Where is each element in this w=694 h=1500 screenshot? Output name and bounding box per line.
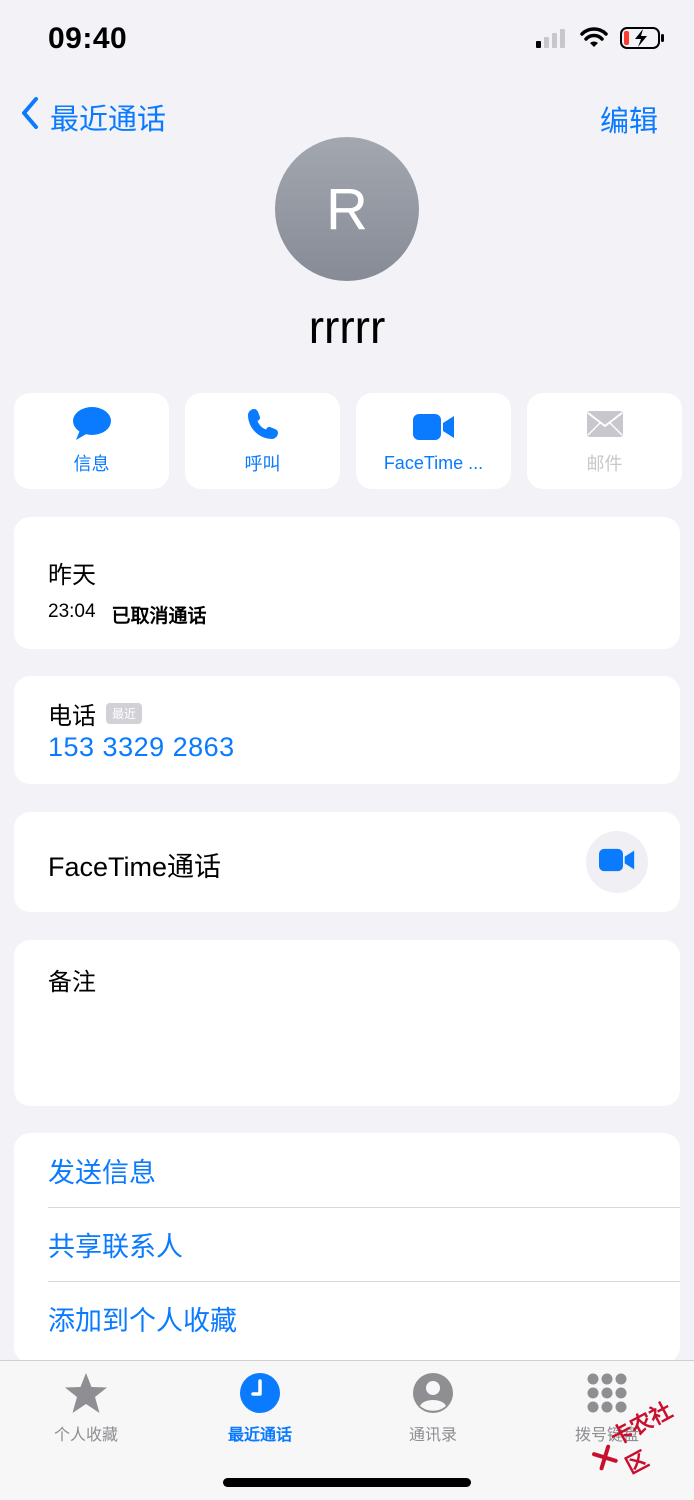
facetime-card: FaceTime通话: [14, 812, 680, 912]
edit-button[interactable]: 编辑: [600, 98, 658, 140]
call-button[interactable]: 呼叫: [185, 393, 340, 489]
share-contact-link[interactable]: 共享联系人: [48, 1207, 680, 1281]
battery-charging-icon: [620, 26, 666, 55]
back-label: 最近通话: [50, 104, 167, 136]
tab-favorites[interactable]: 个人收藏: [6, 1371, 166, 1445]
chevron-left-icon: [20, 96, 40, 138]
links-card: 发送信息 共享联系人 添加到个人收藏: [14, 1133, 680, 1363]
video-camera-icon: [599, 848, 635, 877]
recent-badge: 最近: [106, 703, 143, 724]
add-to-favorites-link[interactable]: 添加到个人收藏: [48, 1281, 680, 1355]
avatar-initial: R: [326, 176, 368, 242]
cellular-signal-icon: [536, 28, 568, 53]
tab-recents-label: 最近通话: [227, 1427, 292, 1444]
phone-number[interactable]: 153 3329 2863: [48, 732, 235, 763]
mail-button[interactable]: 邮件: [527, 393, 682, 489]
notes-label: 备注: [48, 969, 96, 996]
facetime-button[interactable]: FaceTime ...: [356, 393, 511, 489]
phone-label-row: 电话 最近: [48, 696, 143, 731]
home-indicator: [223, 1478, 471, 1487]
avatar: R: [275, 137, 419, 281]
tab-contacts-label: 通讯录: [408, 1427, 457, 1444]
message-button-label: 信息: [73, 454, 110, 474]
call-button-label: 呼叫: [244, 454, 281, 474]
status-time: 09:40: [48, 22, 128, 55]
recent-call-status: 已取消通话: [111, 606, 207, 627]
wifi-icon: [580, 27, 608, 54]
recent-call-day: 昨天: [48, 562, 96, 589]
tab-favorites-label: 个人收藏: [53, 1427, 118, 1444]
person-circle-icon: [412, 1371, 454, 1415]
message-bubble-icon: [72, 406, 112, 442]
message-button[interactable]: 信息: [14, 393, 169, 489]
envelope-icon: [586, 406, 624, 442]
clock-icon: [239, 1371, 281, 1415]
action-buttons: 信息 呼叫 FaceTime ... 邮件: [14, 393, 682, 489]
phone-card: 电话 最近 153 3329 2863: [14, 676, 680, 784]
phone-label: 电话: [48, 703, 96, 730]
mail-button-label: 邮件: [586, 454, 623, 474]
recent-call-time: 23:04: [48, 601, 96, 622]
tab-contacts[interactable]: 通讯录: [353, 1371, 513, 1445]
recent-call-card: 昨天 23:04 已取消通话: [14, 517, 680, 649]
contact-name: rrrrr: [308, 301, 386, 353]
video-camera-icon: [412, 409, 455, 445]
status-icons: [536, 26, 666, 55]
back-button[interactable]: 最近通话: [20, 96, 166, 138]
facetime-button-label: FaceTime ...: [383, 452, 484, 473]
keypad-icon: [586, 1371, 628, 1415]
facetime-label: FaceTime通话: [48, 852, 222, 882]
tab-recents[interactable]: 最近通话: [180, 1371, 340, 1445]
notes-card[interactable]: 备注: [14, 940, 680, 1106]
star-icon: [64, 1371, 108, 1415]
phone-icon: [246, 406, 280, 442]
recent-call-detail: 23:04 已取消通话: [48, 601, 207, 628]
send-message-link[interactable]: 发送信息: [48, 1133, 680, 1207]
facetime-video-button[interactable]: [586, 831, 648, 893]
